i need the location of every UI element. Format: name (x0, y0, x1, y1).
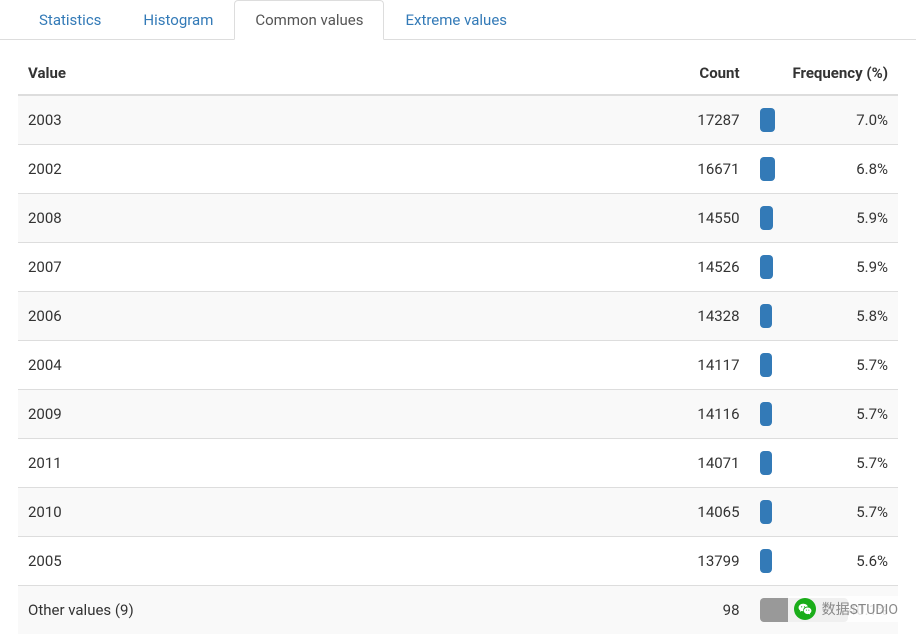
cell-value: 2007 (18, 243, 660, 292)
cell-value: 2005 (18, 537, 660, 586)
frequency-bar (760, 108, 775, 132)
frequency-percent: 5.7% (772, 356, 888, 374)
frequency-percent: 5.9% (773, 209, 888, 227)
frequency-percent: 5.7% (772, 503, 888, 521)
cell-value: 2010 (18, 488, 660, 537)
frequency-bar (760, 451, 773, 475)
table-row: 200914116 5.7% (18, 390, 898, 439)
cell-count: 14526 (660, 243, 750, 292)
cell-frequency: 5.6% (750, 537, 898, 586)
cell-frequency: 5.9% (750, 243, 898, 292)
cell-count: 14071 (660, 439, 750, 488)
cell-count: 14328 (660, 292, 750, 341)
cell-frequency: 5.7% (750, 439, 898, 488)
tab-histogram[interactable]: Histogram (122, 0, 234, 40)
frequency-bar (760, 157, 775, 181)
cell-frequency: 7.0% (750, 95, 898, 145)
cell-value: Other values (9) (18, 586, 660, 634)
frequency-bar (760, 500, 773, 524)
frequency-bar (760, 402, 773, 426)
frequency-percent: 5.6% (772, 552, 888, 570)
frequency-bar (760, 206, 773, 230)
tab-bar: Statistics Histogram Common values Extre… (0, 0, 916, 40)
table-row: 201114071 5.7% (18, 439, 898, 488)
cell-frequency: 5.7% (750, 390, 898, 439)
cell-value: 2006 (18, 292, 660, 341)
cell-value: 2008 (18, 194, 660, 243)
cell-count: 14117 (660, 341, 750, 390)
cell-count: 98 (660, 586, 750, 634)
cell-value: 2002 (18, 145, 660, 194)
frequency-percent: 7.0% (775, 111, 888, 129)
table-row: 200714526 5.9% (18, 243, 898, 292)
frequency-percent: 5.9% (773, 258, 888, 276)
tab-extreme-values[interactable]: Extreme values (384, 0, 528, 40)
table-header-row: Value Count Frequency (%) (18, 52, 898, 95)
cell-count: 13799 (660, 537, 750, 586)
col-header-value: Value (18, 52, 660, 95)
cell-count: 14550 (660, 194, 750, 243)
table-row: 200614328 5.8% (18, 292, 898, 341)
cell-value: 2004 (18, 341, 660, 390)
table-row: 200216671 6.8% (18, 145, 898, 194)
wechat-icon (794, 598, 816, 620)
table-row: 200317287 7.0% (18, 95, 898, 145)
frequency-percent: 5.7% (772, 405, 888, 423)
col-header-count: Count (660, 52, 750, 95)
cell-frequency: 6.8% (750, 145, 898, 194)
frequency-percent: 5.7% (772, 454, 888, 472)
cell-count: 17287 (660, 95, 750, 145)
frequency-bar (760, 353, 773, 377)
table-row: Other values (9)9840.1% (18, 586, 898, 634)
watermark-text: 数据STUDIO (822, 599, 898, 619)
watermark: 数据STUDIO (788, 596, 904, 622)
cell-value: 2003 (18, 95, 660, 145)
frequency-bar (760, 255, 773, 279)
cell-value: 2009 (18, 390, 660, 439)
table-row: 200414117 5.7% (18, 341, 898, 390)
cell-count: 14065 (660, 488, 750, 537)
cell-frequency: 5.9% (750, 194, 898, 243)
cell-count: 14116 (660, 390, 750, 439)
tab-common-values[interactable]: Common values (234, 0, 384, 40)
col-header-frequency: Frequency (%) (750, 52, 898, 95)
frequency-percent: 6.8% (775, 160, 889, 178)
tab-statistics[interactable]: Statistics (18, 0, 122, 40)
table-row: 201014065 5.7% (18, 488, 898, 537)
table-row: 200513799 5.6% (18, 537, 898, 586)
cell-count: 16671 (660, 145, 750, 194)
frequency-bar (760, 549, 772, 573)
cell-frequency: 5.8% (750, 292, 898, 341)
cell-value: 2011 (18, 439, 660, 488)
common-values-table: Value Count Frequency (%) 2003172877.0%2… (18, 52, 898, 634)
frequency-percent: 5.8% (772, 307, 888, 325)
cell-frequency: 5.7% (750, 488, 898, 537)
table-row: 200814550 5.9% (18, 194, 898, 243)
frequency-bar (760, 304, 773, 328)
cell-frequency: 5.7% (750, 341, 898, 390)
